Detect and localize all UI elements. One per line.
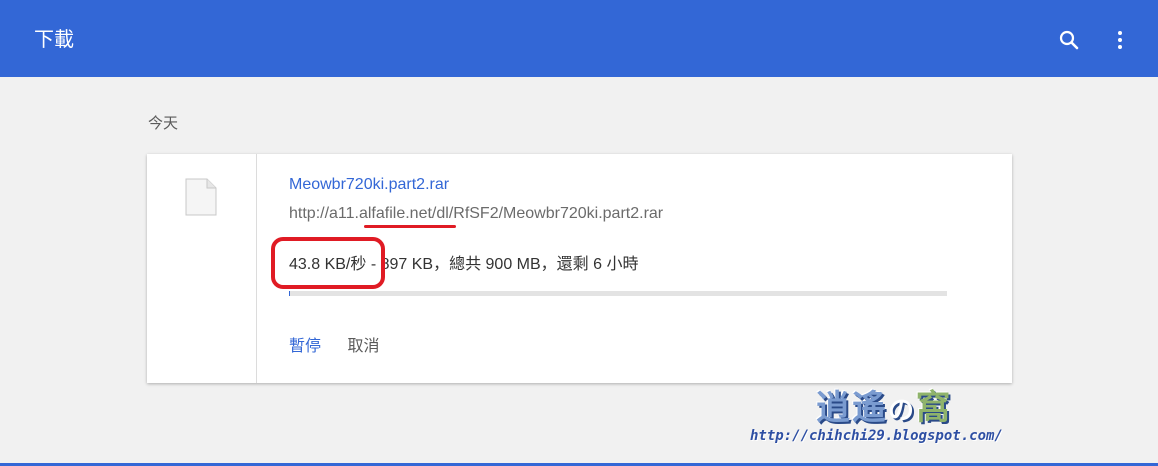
cancel-button[interactable]: 取消 — [347, 338, 379, 355]
file-name-link[interactable]: Meowbr720ki.part2.rar — [289, 176, 449, 194]
file-source-url: http://a11.alfafile.net/dl/RfSF2/Meowbr7… — [289, 205, 664, 222]
download-progress-bar — [289, 291, 947, 296]
annotation-underline — [364, 225, 456, 228]
annotation-highlight-box — [271, 237, 385, 289]
watermark-logo: 逍遙の窩 — [816, 380, 952, 429]
top-app-bar: 下載 — [0, 0, 1158, 77]
file-icon — [185, 178, 217, 216]
date-group-label: 今天 — [148, 115, 179, 132]
watermark-url: http://chihchi29.blogspot.com/ — [750, 428, 1003, 444]
watermark-logo-part2: の — [888, 396, 917, 426]
download-actions: 暫停 取消 — [289, 332, 379, 356]
page-title: 下載 — [34, 29, 74, 51]
pause-button[interactable]: 暫停 — [289, 338, 321, 355]
search-icon[interactable] — [1057, 28, 1081, 52]
more-vert-icon[interactable] — [1108, 28, 1132, 52]
blog-watermark: 逍遙の窩 http://chihchi29.blogspot.com/ — [750, 380, 1033, 450]
file-icon-column — [147, 154, 257, 383]
download-progress-fill — [289, 291, 290, 296]
watermark-logo-part1: 逍遙 — [816, 388, 888, 428]
watermark-logo-part3: 窩 — [916, 388, 953, 428]
